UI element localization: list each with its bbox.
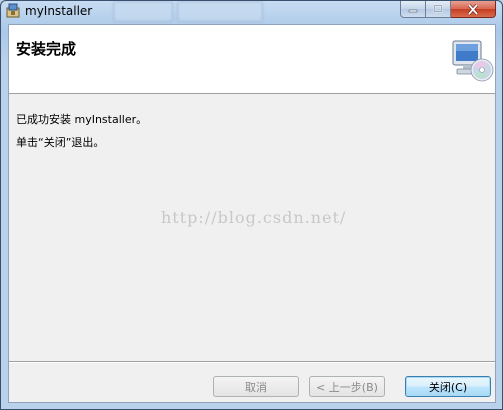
- exit-instruction: 单击“关闭”退出。: [16, 136, 105, 149]
- minimize-icon: [408, 9, 418, 13]
- close-button[interactable]: 关闭(C): [405, 376, 491, 397]
- background-window-tab: [177, 1, 263, 22]
- maximize-button[interactable]: [426, 1, 451, 18]
- installer-icon: [5, 3, 21, 19]
- close-icon: [467, 3, 479, 15]
- computer-cd-icon: [449, 39, 495, 83]
- button-separator: [9, 361, 495, 363]
- header-banner: 安装完成: [9, 25, 495, 94]
- installer-window: myInstaller 安装完成 已成功安装 myInstaller。 单击“关…: [0, 0, 503, 410]
- back-button[interactable]: < 上一步(B): [309, 376, 385, 397]
- page-title: 安装完成: [16, 40, 77, 58]
- maximize-icon: [433, 4, 443, 13]
- window-title: myInstaller: [25, 4, 93, 18]
- cancel-button[interactable]: 取消: [213, 376, 299, 397]
- watermark-text: http://blog.csdn.net/: [161, 208, 347, 227]
- success-message: 已成功安装 myInstaller。: [16, 113, 148, 126]
- close-window-button[interactable]: [451, 1, 496, 18]
- dialog-client-area: 安装完成 已成功安装 myInstaller。 单击“关闭”退出。 http:/: [8, 24, 496, 403]
- title-bar[interactable]: myInstaller: [1, 1, 502, 23]
- background-window-tab: [113, 1, 173, 22]
- minimize-button[interactable]: [400, 1, 426, 18]
